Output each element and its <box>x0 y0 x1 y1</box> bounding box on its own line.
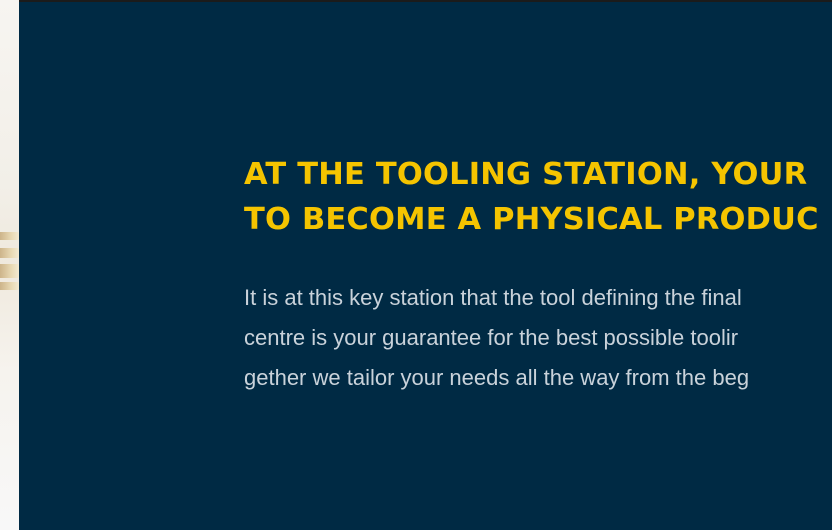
product-image-beam <box>0 264 19 278</box>
product-image-beam <box>0 232 19 240</box>
product-image-beam <box>0 282 19 290</box>
headline-line: AT THE TOOLING STATION, YOUR <box>244 157 808 192</box>
description-line: gether we tailor your needs all the way … <box>244 365 750 390</box>
description-line: It is at this key station that the tool … <box>244 285 742 310</box>
headline-line: TO BECOME A PHYSICAL PRODUC <box>244 202 819 237</box>
description-line: centre is your guarantee for the best po… <box>244 325 739 350</box>
tooling-station-panel: AT THE TOOLING STATION, YOUR TO BECOME A… <box>19 2 832 530</box>
product-image <box>0 0 19 530</box>
section-headline: AT THE TOOLING STATION, YOUR TO BECOME A… <box>244 152 832 242</box>
section-description: It is at this key station that the tool … <box>244 278 832 398</box>
product-image-beam <box>0 248 19 258</box>
